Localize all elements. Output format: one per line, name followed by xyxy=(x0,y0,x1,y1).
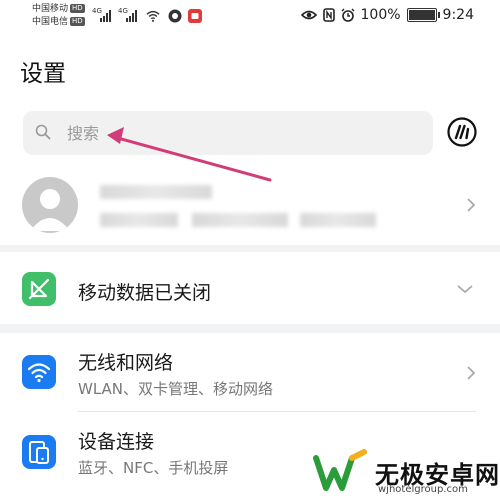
chevron-down-icon[interactable] xyxy=(456,280,474,298)
wireless-subtitle: WLAN、双卡管理、移动网络 xyxy=(78,380,274,398)
mobile-data-icon xyxy=(22,272,56,306)
watermark-url: wjhotelgroup.com xyxy=(378,484,468,495)
device-connection-icon xyxy=(22,435,56,469)
wireless-row[interactable]: 无线和网络 WLAN、双卡管理、移动网络 xyxy=(0,333,500,411)
chevron-right-icon xyxy=(467,366,476,380)
mobile-data-row[interactable]: 移动数据已关闭 xyxy=(0,252,500,324)
device-connection-subtitle: 蓝牙、NFC、手机投屏 xyxy=(78,459,229,477)
mobile-data-label: 移动数据已关闭 xyxy=(78,282,212,304)
wireless-title: 无线和网络 xyxy=(78,352,174,374)
wifi-icon xyxy=(22,355,56,389)
watermark-logo-icon xyxy=(313,449,367,491)
device-connection-title: 设备连接 xyxy=(78,431,155,453)
